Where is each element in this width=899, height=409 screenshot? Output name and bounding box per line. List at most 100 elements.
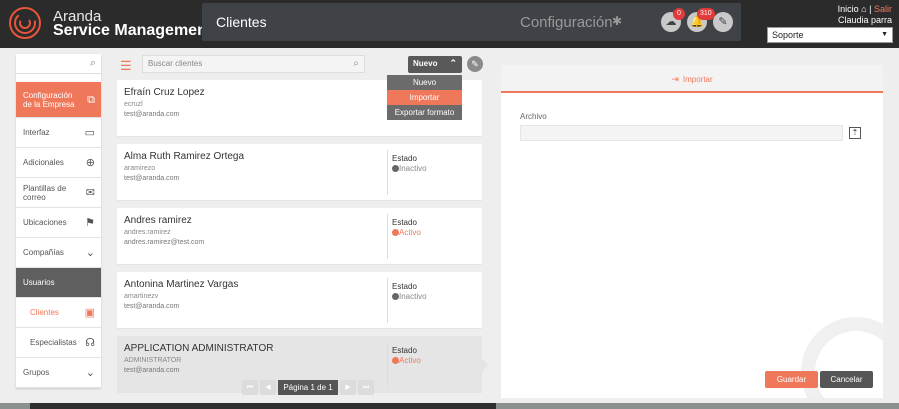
gear-icon[interactable]: ✱ <box>612 14 622 28</box>
client-name: APPLICATION ADMINISTRATOR <box>124 343 274 354</box>
caret-down-icon: ▼ <box>881 31 888 38</box>
status-text: Activo <box>399 356 421 365</box>
home-link[interactable]: Inicio <box>838 4 859 14</box>
client-email: test@aranda.com <box>124 175 180 182</box>
card-divider <box>387 214 388 259</box>
client-card[interactable]: Antonina Martinez Vargas amartinezv test… <box>117 272 482 329</box>
file-label: Archivo <box>520 112 547 121</box>
next-page-button[interactable]: ▶ <box>340 380 356 395</box>
status-value: Inactivo <box>392 164 427 173</box>
copy-icon: ⧉ <box>87 94 95 106</box>
selection-pointer <box>482 358 488 372</box>
save-button[interactable]: Guardar <box>765 371 818 388</box>
menu-item-export-format[interactable]: Exportar formato <box>387 105 462 120</box>
status-label: Estado <box>392 218 417 227</box>
sidebar-item-label: Adicionales <box>23 158 64 167</box>
cancel-button[interactable]: Cancelar <box>820 371 873 388</box>
status-dot-icon <box>392 357 399 364</box>
headset-icon: ☊ <box>85 337 95 349</box>
client-name: Alma Ruth Ramirez Ortega <box>124 151 245 162</box>
sidebar-item-locations[interactable]: Ubicaciones ⚑ <box>16 208 101 238</box>
status-value: Activo <box>392 356 421 365</box>
new-button-label: Nuevo <box>413 59 438 68</box>
client-username: amartinezv <box>124 293 159 300</box>
tools-icon[interactable]: ✎ <box>713 12 733 32</box>
client-card[interactable]: Andres ramirez andres.ramirez andres.ram… <box>117 208 482 265</box>
sidebar-item-label: Clientes <box>30 308 59 317</box>
module-bar: Clientes Configuración ✱ ☁ 0 🔔 310 ✎ <box>202 3 741 41</box>
sidebar-item-label: Configuración de la Empresa <box>23 90 75 109</box>
sidebar-item-interface[interactable]: Interfaz ▭ <box>16 118 101 148</box>
sidebar-item-companies[interactable]: Compañías ⌄ <box>16 238 101 268</box>
status-label: Estado <box>392 154 417 163</box>
file-input[interactable] <box>520 125 843 141</box>
notification-badge: 310 <box>697 8 715 20</box>
search-icon[interactable]: ⌕ <box>353 58 359 69</box>
project-select[interactable]: Soporte ▼ <box>767 27 893 43</box>
menu-icon[interactable]: ☰ <box>120 58 132 74</box>
new-dropdown-menu: Nuevo Importar Exportar formato <box>387 75 462 120</box>
search-placeholder: Buscar clientes <box>148 59 203 68</box>
tab-import[interactable]: ⇥ Importar <box>501 65 883 93</box>
user-name: Claudia parra <box>837 15 892 25</box>
page-indicator: Página 1 de 1 <box>278 380 338 395</box>
menu-item-new[interactable]: Nuevo <box>387 75 462 90</box>
sidebar-item-users[interactable]: Usuarios <box>16 268 101 298</box>
taskbar-segment <box>30 403 496 409</box>
client-username: aramirezo <box>124 165 156 172</box>
import-panel: ⇥ Importar Archivo ⇡ Guardar Cancelar <box>501 65 883 398</box>
status-text: Activo <box>399 228 421 237</box>
sidebar-search[interactable]: ⌕ <box>16 54 101 74</box>
status-value: Activo <box>392 228 421 237</box>
search-icon[interactable]: ⌕ <box>90 57 96 70</box>
settings-tool-icon[interactable]: ✎ <box>467 56 483 72</box>
status-label: Estado <box>392 282 417 291</box>
client-card[interactable]: Alma Ruth Ramirez Ortega aramirezo test@… <box>117 144 482 201</box>
project-select-value: Soporte <box>772 30 804 40</box>
status-label: Estado <box>392 346 417 355</box>
first-page-button[interactable]: ⏮ <box>242 380 258 395</box>
sidebar-item-label: Ubicaciones <box>23 218 67 227</box>
module-title: Clientes <box>216 14 267 30</box>
sidebar-item-label: Compañías <box>23 248 64 257</box>
sidebar-item-company-config[interactable]: Configuración de la Empresa ⧉ <box>16 82 101 118</box>
user-card-icon: ▣ <box>84 307 95 319</box>
signpost-icon: ⚑ <box>85 217 95 229</box>
brand-product: Service Management <box>53 22 213 39</box>
sidebar-item-label: Interfaz <box>23 128 50 137</box>
client-search-input[interactable]: Buscar clientes ⌕ <box>142 55 365 73</box>
cloud-badge: 0 <box>673 8 685 20</box>
prev-page-button[interactable]: ◀ <box>260 380 276 395</box>
sidebar-item-label: Usuarios <box>23 278 55 287</box>
status-text: Inactivo <box>399 292 427 301</box>
section-label[interactable]: Configuración <box>520 14 613 31</box>
pagination: ⏮ ◀ Página 1 de 1 ▶ ⏭ <box>242 380 374 395</box>
last-page-button[interactable]: ⏭ <box>358 380 374 395</box>
sidebar-item-label: Especialistas <box>30 338 77 347</box>
card-divider <box>387 278 388 323</box>
sidebar-item-clients[interactable]: Clientes ▣ <box>16 298 101 328</box>
sidebar-item-mail-templates[interactable]: Plantillas de correo ✉ <box>16 178 101 208</box>
new-button[interactable]: Nuevo ⌃ <box>408 56 462 73</box>
sidebar: ⌕ Configuración de la Empresa ⧉ Interfaz… <box>16 54 101 388</box>
status-dot-icon <box>392 293 399 300</box>
client-username: ADMINISTRATOR <box>124 357 182 364</box>
client-email: test@aranda.com <box>124 303 180 310</box>
home-icon[interactable]: ⌂ <box>861 4 866 14</box>
sidebar-item-groups[interactable]: Grupos ⌄ <box>16 358 101 388</box>
sidebar-item-additional[interactable]: Adicionales ⊕ <box>16 148 101 178</box>
sidebar-item-specialists[interactable]: Especialistas ☊ <box>16 328 101 358</box>
user-links: Inicio ⌂ | Salir <box>838 4 892 14</box>
taskbar-strip <box>0 403 899 409</box>
status-value: Inactivo <box>392 292 427 301</box>
import-icon: ⇥ <box>671 74 679 84</box>
menu-item-import[interactable]: Importar <box>387 90 462 105</box>
upload-icon[interactable]: ⇡ <box>849 127 861 139</box>
logout-link[interactable]: Salir <box>874 4 892 14</box>
chevron-down-icon: ⌄ <box>85 247 95 259</box>
sidebar-item-label: Grupos <box>23 368 50 377</box>
link-separator: | <box>869 4 872 14</box>
client-name: Efraín Cruz Lopez <box>124 87 205 98</box>
aranda-logo-icon <box>9 7 41 39</box>
status-text: Inactivo <box>399 164 427 173</box>
